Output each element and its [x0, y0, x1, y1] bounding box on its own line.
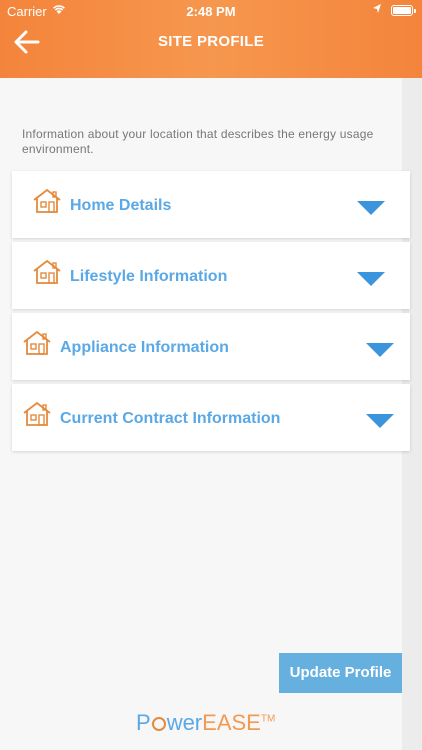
logo-tm: TM [260, 713, 276, 725]
powerease-logo: PwerEASETM [136, 710, 275, 736]
section-lifestyle-information[interactable]: Lifestyle Information [12, 242, 410, 309]
section-current-contract-information[interactable]: Current Contract Information [12, 384, 410, 451]
house-icon [32, 259, 62, 285]
page-title: SITE PROFILE [157, 33, 265, 50]
house-icon [22, 330, 52, 356]
section-label: Appliance Information [60, 339, 229, 356]
section-label: Lifestyle Information [70, 268, 228, 285]
chevron-down-icon[interactable] [365, 413, 395, 429]
house-icon [22, 401, 52, 427]
house-icon [32, 188, 62, 214]
chevron-down-icon[interactable] [365, 342, 395, 358]
location-icon [372, 3, 382, 18]
chevron-down-icon[interactable] [356, 271, 386, 287]
intro-text: Information about your location that des… [22, 127, 374, 156]
logo-o-icon [151, 717, 166, 731]
section-label: Home Details [70, 197, 172, 214]
battery-icon [391, 5, 416, 16]
section-home-details[interactable]: Home Details [12, 171, 410, 238]
status-time: 2:48 PM [186, 4, 236, 19]
app-header: Carrier 2:48 PM SITE PROFILE [0, 0, 422, 78]
logo-ease-text: EASE [202, 710, 261, 735]
section-appliance-information[interactable]: Appliance Information [12, 313, 410, 380]
logo-power-text: Pwer [136, 710, 203, 735]
update-profile-button[interactable]: Update Profile [279, 653, 402, 693]
status-bar: Carrier 2:48 PM [0, 0, 422, 22]
section-label: Current Contract Information [60, 410, 281, 427]
chevron-down-icon[interactable] [356, 200, 386, 216]
